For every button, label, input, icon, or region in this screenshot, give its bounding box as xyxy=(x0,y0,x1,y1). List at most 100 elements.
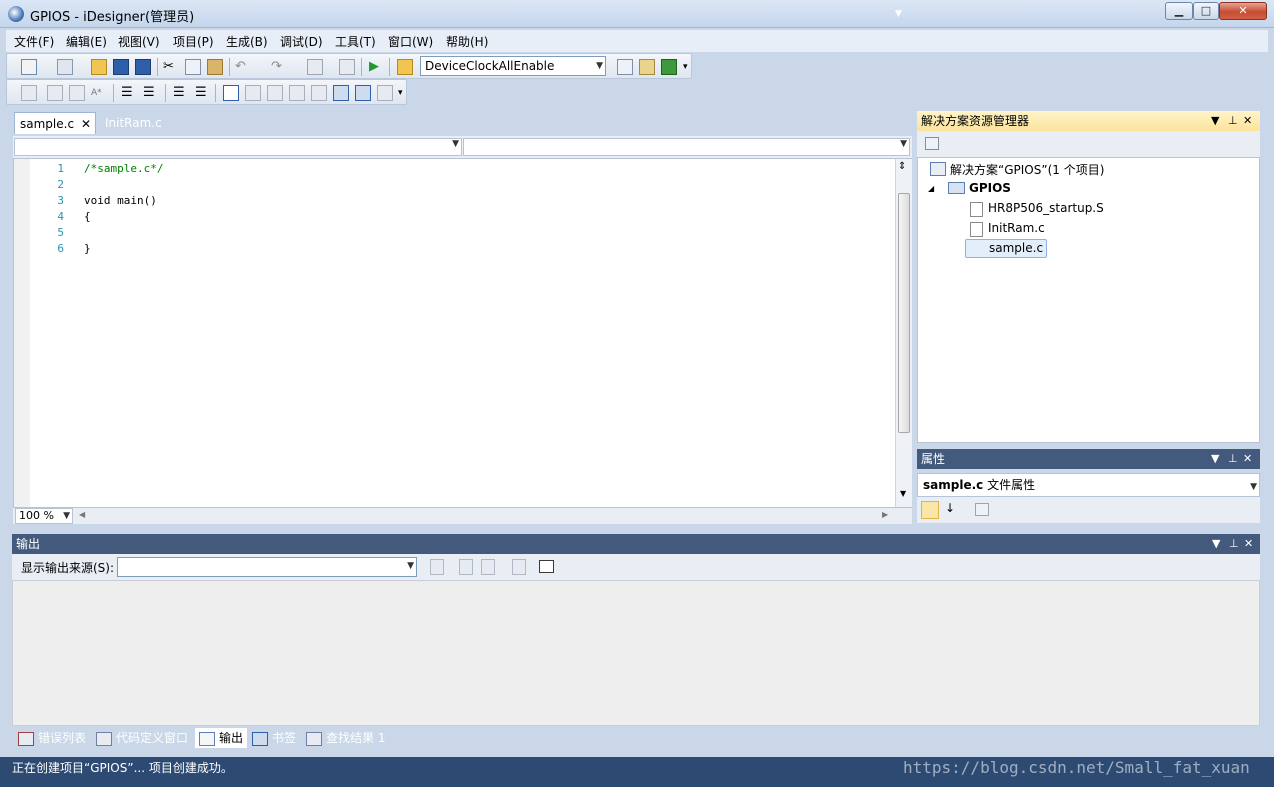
cut-icon[interactable]: ✂ xyxy=(163,59,179,75)
chevron-down-icon[interactable]: ▼ xyxy=(1211,449,1219,469)
navigate-forward-icon[interactable] xyxy=(339,59,355,75)
add-item-icon[interactable] xyxy=(57,59,73,75)
output-window[interactable] xyxy=(12,580,1260,726)
pin-icon[interactable]: ⊥ xyxy=(1228,449,1238,469)
clear-bookmarks-icon[interactable] xyxy=(377,85,393,101)
close-icon[interactable]: ✕ xyxy=(1243,449,1252,469)
properties-window-icon[interactable] xyxy=(639,59,655,75)
type-select[interactable]: ▼ xyxy=(14,138,462,156)
pin-icon[interactable]: ⊥ xyxy=(1228,111,1238,131)
save-icon[interactable] xyxy=(113,59,129,75)
exit-icon[interactable] xyxy=(661,59,677,75)
next-message-icon[interactable] xyxy=(481,559,495,575)
tree-item-file-selected[interactable]: sample.c xyxy=(965,239,1048,258)
code-line[interactable]: { xyxy=(84,210,91,223)
menu-project[interactable]: 项目(P) xyxy=(173,33,214,50)
member-select[interactable]: ▼ xyxy=(463,138,910,156)
menu-file[interactable]: 文件(F) xyxy=(14,33,54,50)
start-debug-icon[interactable]: ▶ xyxy=(369,59,385,75)
code-editor[interactable]: 1 2 3 4 5 6 /*sample.c*/ void main() { }… xyxy=(13,158,912,508)
split-handle-icon[interactable]: ⇕ xyxy=(898,161,906,172)
menu-help[interactable]: 帮助(H) xyxy=(446,33,488,50)
comment-icon[interactable]: ☰ xyxy=(173,85,189,101)
clear-all-icon[interactable] xyxy=(512,559,526,575)
increase-indent-icon[interactable]: ☰ xyxy=(143,85,159,101)
undo-icon[interactable]: ↶ xyxy=(235,59,251,75)
tab-initram-c[interactable]: InitRam.c xyxy=(100,112,180,134)
properties-object-select[interactable]: sample.c 文件属性 ▼ xyxy=(917,473,1260,497)
output-source-select[interactable]: ▼ xyxy=(117,557,417,577)
close-icon[interactable]: ✕ xyxy=(1244,534,1253,554)
tree-item-file[interactable]: HR8P506_startup.S xyxy=(988,201,1104,215)
code-line[interactable]: /*sample.c*/ xyxy=(84,162,163,175)
code-line[interactable]: } xyxy=(84,242,91,255)
scroll-down-icon[interactable]: ▼ xyxy=(900,489,906,498)
tab-find-results[interactable]: 查找结果 1 xyxy=(306,728,396,748)
tab-output[interactable]: 输出 xyxy=(195,728,247,748)
vertical-scrollbar[interactable]: ⇕ ▼ xyxy=(895,159,912,507)
code-line[interactable]: void main() xyxy=(84,194,157,207)
property-pages-icon[interactable] xyxy=(975,503,989,516)
menu-tools[interactable]: 工具(T) xyxy=(335,33,376,50)
menu-edit[interactable]: 编辑(E) xyxy=(66,33,107,50)
quick-info-icon[interactable] xyxy=(69,85,85,101)
properties-icon[interactable] xyxy=(925,137,939,150)
previous-bookmark-folder-icon[interactable] xyxy=(289,85,305,101)
previous-bookmark-document-icon[interactable] xyxy=(333,85,349,101)
solution-config-select[interactable]: DeviceClockAllEnable ▼ xyxy=(420,56,606,76)
tab-sample-c[interactable]: sample.c ✕ xyxy=(14,112,96,134)
tree-item-solution[interactable]: 解决方案“GPIOS”(1 个项目) xyxy=(950,161,1104,178)
redo-icon[interactable]: ↷ xyxy=(271,59,287,75)
alphabetical-icon[interactable]: ↓ xyxy=(945,501,955,515)
close-icon[interactable]: ✕ xyxy=(1243,111,1252,131)
close-tab-icon[interactable]: ✕ xyxy=(81,113,91,135)
next-bookmark-icon[interactable] xyxy=(267,85,283,101)
menu-build[interactable]: 生成(B) xyxy=(226,33,268,50)
zoom-select[interactable]: 100 % ▼ xyxy=(15,508,73,524)
menu-view[interactable]: 视图(V) xyxy=(118,33,160,50)
next-bookmark-folder-icon[interactable] xyxy=(311,85,327,101)
tree-item-project[interactable]: GPIOS xyxy=(969,181,1011,195)
open-folder-icon[interactable] xyxy=(91,59,107,75)
list-members-icon[interactable] xyxy=(21,85,37,101)
find-message-icon[interactable] xyxy=(430,559,444,575)
menu-debug[interactable]: 调试(D) xyxy=(280,33,323,50)
find-in-files-icon[interactable] xyxy=(617,59,633,75)
decrease-indent-icon[interactable]: ☰ xyxy=(121,85,137,101)
save-all-icon[interactable] xyxy=(135,59,151,75)
complete-word-icon[interactable]: A* xyxy=(91,85,107,101)
new-project-icon[interactable] xyxy=(21,59,37,75)
paste-icon[interactable] xyxy=(207,59,223,75)
chevron-down-icon[interactable]: ▼ xyxy=(895,9,902,19)
config-manager-icon[interactable] xyxy=(397,59,413,75)
scroll-left-icon[interactable]: ◀ xyxy=(79,510,85,519)
minimize-button[interactable]: ▁ xyxy=(1165,2,1193,20)
navigate-back-icon[interactable] xyxy=(307,59,323,75)
tab-code-definition[interactable]: 代码定义窗口 xyxy=(96,728,198,748)
tab-error-list[interactable]: 错误列表 xyxy=(18,728,94,748)
uncomment-icon[interactable]: ☰ xyxy=(195,85,211,101)
scrollbar-thumb[interactable] xyxy=(898,193,910,433)
toolbar-overflow-icon[interactable]: ▾ xyxy=(683,62,688,72)
next-bookmark-document-icon[interactable] xyxy=(355,85,371,101)
previous-bookmark-icon[interactable] xyxy=(245,85,261,101)
editor-gutter[interactable] xyxy=(14,159,30,507)
categorized-icon[interactable] xyxy=(921,501,939,519)
pin-icon[interactable]: ⊥ xyxy=(1229,534,1239,554)
close-button[interactable]: ✕ xyxy=(1219,2,1267,20)
tab-bookmarks[interactable]: 书签 xyxy=(252,728,302,748)
output-source-label: 显示输出来源(S): xyxy=(21,561,115,575)
toggle-bookmark-icon[interactable] xyxy=(223,85,239,101)
scroll-right-icon[interactable]: ▶ xyxy=(882,510,888,519)
toggle-word-wrap-icon[interactable] xyxy=(539,560,554,573)
chevron-down-icon[interactable]: ▼ xyxy=(1211,111,1219,131)
tree-item-file[interactable]: InitRam.c xyxy=(988,221,1045,235)
menu-window[interactable]: 窗口(W) xyxy=(388,33,433,50)
toolbar-overflow-icon[interactable]: ▾ xyxy=(398,88,403,98)
chevron-down-icon[interactable]: ▼ xyxy=(1212,534,1220,554)
previous-message-icon[interactable] xyxy=(459,559,473,575)
parameter-info-icon[interactable] xyxy=(47,85,63,101)
expand-arrow-icon[interactable]: ◢ xyxy=(928,184,934,193)
maximize-button[interactable]: □ xyxy=(1193,2,1219,20)
copy-icon[interactable] xyxy=(185,59,201,75)
